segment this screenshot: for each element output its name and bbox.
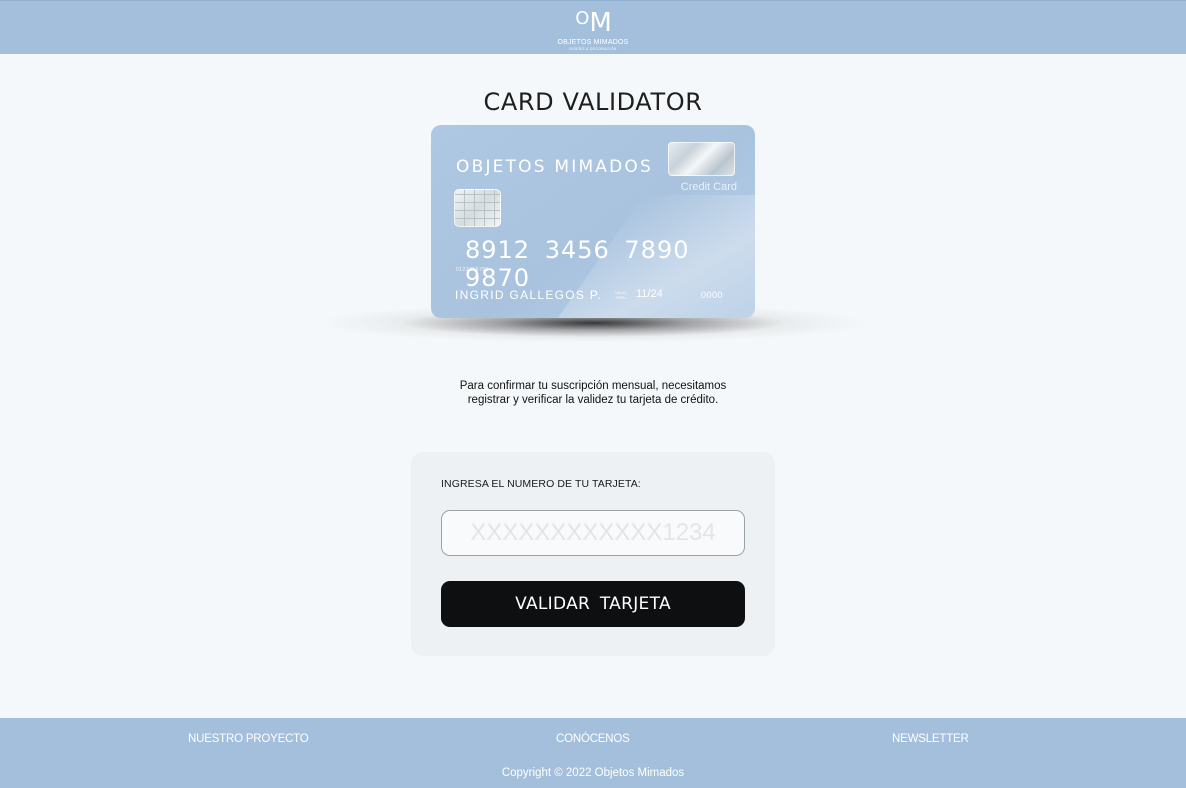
footer-link-conocenos[interactable]: CONÓCENOS [556, 733, 630, 745]
site-header: OM OBJETOS MIMADOS DISEÑO & DECORACIÓN [0, 0, 1186, 54]
footer-link-proyecto[interactable]: NUESTRO PROYECTO [188, 733, 309, 745]
card-number-label: INGRESA EL NUMERO DE TU TARJETA: [441, 478, 641, 490]
logo-monogram: OM [543, 5, 643, 37]
site-footer: NUESTRO PROYECTO CONÓCENOS NEWSLETTER Co… [0, 718, 1186, 788]
card-type: Credit Card [680, 181, 737, 193]
card-cvv: 0000 [701, 290, 724, 300]
logo-tagline: DISEÑO & DECORACIÓN [569, 47, 617, 51]
card-small-number: 0123456789 [456, 267, 489, 273]
card-hologram-icon [668, 142, 735, 176]
logo-monogram-o: O [575, 8, 589, 29]
copyright: Copyright © 2022 Objetos Mimados [501, 767, 685, 779]
intro-text: Para confirmar tu suscripción mensual, n… [400, 380, 786, 407]
logo-monogram-m: M [589, 8, 611, 38]
footer-link-newsletter[interactable]: NEWSLETTER [892, 733, 969, 745]
credit-card-illustration: OBJETOS MIMADOS Credit Card 8912 3456 78… [431, 125, 755, 318]
card-brand: OBJETOS MIMADOS [456, 157, 653, 177]
card-expiry: 11/24 [636, 288, 663, 300]
brand-logo[interactable]: OM OBJETOS MIMADOS DISEÑO & DECORACIÓN [543, 5, 643, 53]
card-form: INGRESA EL NUMERO DE TU TARJETA: VALIDAR… [411, 452, 775, 656]
card-number: 8912 3456 7890 9870 [465, 236, 690, 292]
logo-name: OBJETOS MIMADOS [557, 39, 629, 46]
intro-line-1: Para confirmar tu suscripción mensual, n… [459, 380, 727, 392]
card-holder-name: INGRID GALLEGOS P. [455, 288, 603, 302]
validate-card-button[interactable]: VALIDAR TARJETA [441, 581, 745, 627]
card-number-input[interactable] [441, 510, 745, 556]
intro-line-2: registrar y verificar la validez tu tarj… [467, 393, 719, 406]
page-title: CARD VALIDATOR [483, 88, 703, 116]
card-chip-icon [454, 189, 501, 227]
card-valid-label: VALID THRU [615, 290, 627, 300]
